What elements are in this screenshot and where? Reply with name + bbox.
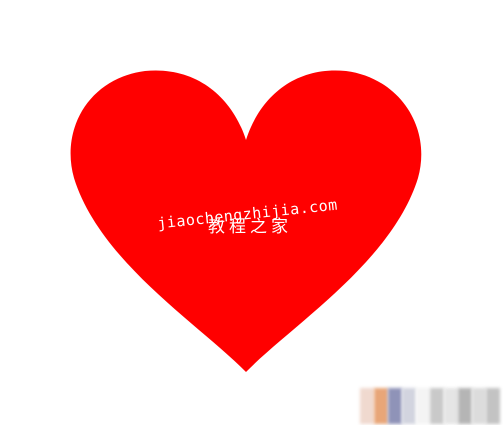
pixelated-corner xyxy=(360,388,500,424)
heart-canvas: jiaochengzhijia.com 教程之家 xyxy=(70,70,422,373)
watermark-title: 教程之家 xyxy=(208,217,292,237)
